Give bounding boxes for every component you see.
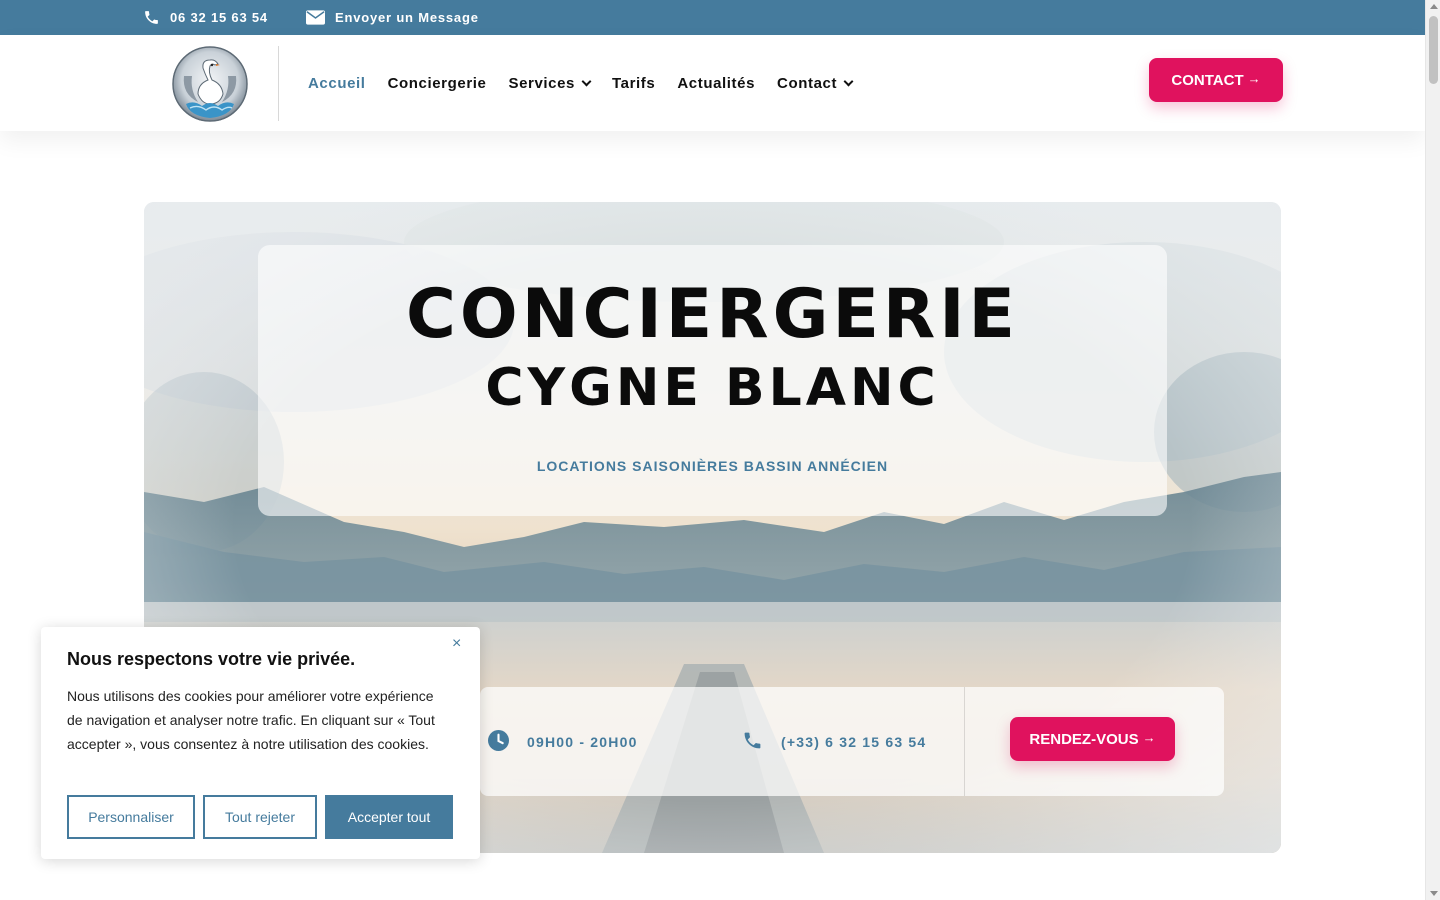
hero-phone[interactable]: (+33) 6 32 15 63 54 <box>742 687 926 796</box>
arrow-right-icon: → <box>1142 729 1156 745</box>
hero-title-line-2: CYGNE BLANC <box>485 358 940 418</box>
cookie-text: Nous utilisons des cookies pour améliore… <box>67 688 435 752</box>
nav-item-accueil[interactable]: Accueil <box>308 75 366 92</box>
swan-logo[interactable] <box>172 46 248 122</box>
close-icon[interactable]: × <box>452 635 461 653</box>
main-nav: Accueil Conciergerie Services Tarifs Act… <box>308 35 854 131</box>
scroll-up-arrow-icon[interactable] <box>1430 4 1438 9</box>
hero-title-line-1: CONCIERGERIE <box>405 275 1020 354</box>
top-bar: 06 32 15 63 54 Envoyer un Message <box>0 0 1425 35</box>
hero-subtitle: LOCATIONS SAISONIÈRES BASSIN ANNÉCIEN <box>536 458 889 474</box>
contact-button[interactable]: CONTACT → <box>1149 58 1283 102</box>
cookie-consent-dialog: Nous respectons votre vie privée. × Nous… <box>41 627 480 859</box>
phone-icon <box>143 9 160 26</box>
opening-hours: 09H00 - 20H00 <box>488 687 638 796</box>
rendez-vous-button-label: RENDEZ-VOUS <box>1029 730 1139 748</box>
contact-button-label: CONTACT <box>1171 71 1244 89</box>
site-header: Accueil Conciergerie Services Tarifs Act… <box>0 35 1425 131</box>
topbar-phone-text: 06 32 15 63 54 <box>170 10 268 25</box>
hero-phone-text: (+33) 6 32 15 63 54 <box>781 733 927 750</box>
nav-item-contact[interactable]: Contact <box>777 75 854 92</box>
info-bar-divider <box>964 687 965 796</box>
chevron-down-icon <box>843 76 854 86</box>
chevron-down-icon <box>581 76 592 86</box>
nav-item-tarifs[interactable]: Tarifs <box>612 75 655 92</box>
topbar-message-text: Envoyer un Message <box>335 10 479 25</box>
hero-title-card: CONCIERGERIE CYGNE BLANC LOCATIONS SAISO… <box>258 245 1167 516</box>
accept-all-button[interactable]: Accepter tout <box>325 795 453 839</box>
customize-cookies-button[interactable]: Personnaliser <box>67 795 195 839</box>
scroll-down-arrow-icon[interactable] <box>1430 891 1438 896</box>
reject-all-button[interactable]: Tout rejeter <box>203 795 317 839</box>
opening-hours-text: 09H00 - 20H00 <box>527 733 638 750</box>
scrollbar-thumb[interactable] <box>1429 16 1438 84</box>
rendez-vous-button[interactable]: RENDEZ-VOUS → <box>1010 717 1175 761</box>
header-divider <box>278 46 279 121</box>
cookie-title: Nous respectons votre vie privée. <box>67 649 356 669</box>
clock-icon <box>488 729 509 754</box>
phone-icon <box>742 730 763 754</box>
mail-icon <box>306 10 325 25</box>
hero-info-bar: 09H00 - 20H00 (+33) 6 32 15 63 54 RENDEZ… <box>480 687 1224 796</box>
topbar-phone-link[interactable]: 06 32 15 63 54 <box>143 0 268 35</box>
nav-item-services[interactable]: Services <box>508 75 592 92</box>
page-scrollbar[interactable] <box>1425 0 1440 900</box>
topbar-message-link[interactable]: Envoyer un Message <box>306 0 479 35</box>
nav-item-actualites[interactable]: Actualités <box>677 75 755 92</box>
nav-item-conciergerie[interactable]: Conciergerie <box>388 75 487 92</box>
arrow-right-icon: → <box>1247 70 1261 86</box>
